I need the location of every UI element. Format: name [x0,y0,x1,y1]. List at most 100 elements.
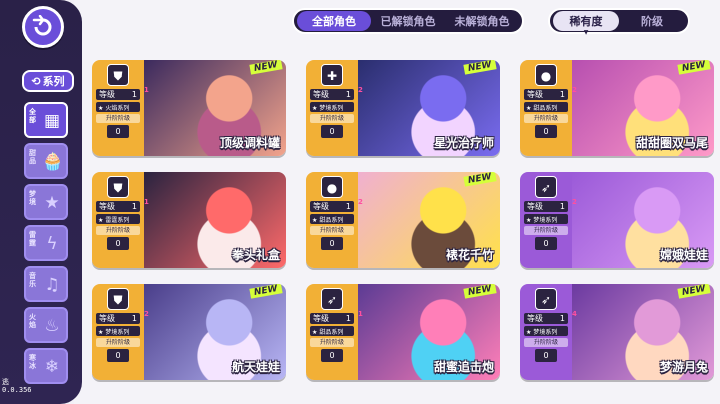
stage-value: 0 [107,349,129,362]
sidebar-item-series[interactable]: 甜品 🧁 [24,143,68,179]
star-icon: ★ [526,105,532,112]
level-value: 1 [345,202,351,211]
sidebar-item-series[interactable]: 全部 ▦ [24,102,68,138]
version-line: 逃 [2,378,9,386]
stage-label: 升阶阶级 [310,226,354,235]
stage-label: 升阶阶级 [96,338,140,347]
level-label: 等级 [313,314,329,323]
level-value: 1 [345,90,351,99]
series-label: 甜品系列 [319,329,344,336]
star-icon: ★ [312,105,318,112]
sidebar-item-label: 甜品 [29,149,36,165]
series-label: 甜品系列 [533,105,558,112]
series-label: 梦境系列 [533,217,558,224]
level-row: 等级 1 [310,201,354,212]
series-tag: ★ 火焰系列 [96,102,140,112]
shield-icon: ⛊ [107,64,129,86]
sidebar-item-series[interactable]: 音乐 ♫ [24,266,68,302]
stage-value: 0 [107,237,129,250]
sidebar-item-label: 寒冰 [29,354,36,370]
sort-rarity[interactable]: 稀有度 [553,11,619,31]
character-card[interactable]: ➶ 等级 1 ★ 梦境系列 升阶阶级 0 2 嫦娥娃娃 [520,172,714,268]
character-card[interactable]: ● 等级 1 ★ 甜品系列 升阶阶级 0 2 NEW 裱花千竹 [306,172,500,268]
back-button[interactable] [22,6,64,48]
version-line: 0.0.356 [2,386,32,394]
character-card[interactable]: ⛊ 等级 1 ★ 梦境系列 升阶阶级 0 2 NEW 航天娃娃 [92,284,286,380]
stage-label: 升阶阶级 [524,226,568,235]
series-label: 梦境系列 [533,329,558,336]
sidebar-item-series[interactable]: 火焰 ♨ [24,307,68,343]
level-label: 等级 [313,90,329,99]
sidebar-item-label: 雷霆 [29,231,36,247]
tab-locked-roles[interactable]: 未解锁角色 [445,11,519,31]
level-row: 等级 1 [310,313,354,324]
character-card[interactable]: ⛊ 等级 1 ★ 雷霆系列 升阶阶级 0 1 拳头礼盒 [92,172,286,268]
medkit-icon: ✚ [321,64,343,86]
level-value: 1 [559,90,565,99]
level-label: 等级 [99,202,115,211]
character-name: 顶级调料罐 [219,136,280,150]
tab-all-roles[interactable]: 全部角色 [297,11,371,31]
sidebar-item-label: 梦境 [29,190,36,206]
flame-icon: ♨ [44,316,60,336]
sidebar-item-series[interactable]: 梦境 ★ [24,184,68,220]
character-name: 航天娃娃 [231,360,280,374]
version-text: 逃 0.0.356 [2,378,42,394]
sidebar-item-label: 火焰 [29,313,36,329]
level-value: 1 [131,90,137,99]
sort-tabs: 稀有度 阶级 [548,8,690,34]
stage-value: 0 [535,349,557,362]
level-value: 1 [559,314,565,323]
tab-unlocked-roles[interactable]: 已解锁角色 [371,11,445,31]
character-card[interactable]: ✚ 等级 1 ★ 梦境系列 升阶阶级 0 2 NEW 星光治疗师 [306,60,500,156]
card-stat-panel: ✚ 等级 1 ★ 梦境系列 升阶阶级 0 [306,60,358,156]
star-icon: ★ [98,329,104,336]
bow-icon: ➶ [321,288,343,310]
role-filter-tabs: 全部角色 已解锁角色 未解锁角色 [292,8,524,34]
sidebar-item-series[interactable]: 雷霆 ϟ [24,225,68,261]
card-stat-panel: ⛊ 等级 1 ★ 雷霆系列 升阶阶级 0 [92,172,144,268]
level-value: 1 [345,314,351,323]
level-value: 1 [131,202,137,211]
cupcake-icon: 🧁 [42,152,64,172]
rarity-stars: 1 [144,86,149,94]
star-icon: ★ [98,217,104,224]
character-card[interactable]: ➶ 等级 1 ★ 甜品系列 升阶阶级 0 1 NEW 甜蜜追击炮 [306,284,500,380]
series-label: 火焰系列 [105,105,130,112]
rarity-stars: 1 [358,310,363,318]
series-list: 全部 ▦ 甜品 🧁 梦境 ★ 雷霆 ϟ 音乐 ♫ 火焰 ♨ 寒冰 ❄ [24,102,72,389]
shield-icon: ⛊ [107,288,129,310]
character-card[interactable]: ● 等级 1 ★ 甜品系列 升阶阶级 0 2 NEW 甜甜圈双马尾 [520,60,714,156]
refresh-icon: ⟲ [31,74,41,88]
rarity-stars: 4 [572,310,577,318]
star-icon: ★ [98,105,104,112]
stage-value: 0 [535,125,557,138]
level-label: 等级 [527,314,543,323]
series-tag: ★ 梦境系列 [524,326,568,336]
card-stat-panel: ● 等级 1 ★ 甜品系列 升阶阶级 0 [306,172,358,268]
character-name: 裱花千竹 [445,248,494,262]
stage-value: 0 [321,125,343,138]
series-tag: ★ 梦境系列 [96,326,140,336]
character-name: 甜蜜追击炮 [433,360,494,374]
star-icon: ★ [312,329,318,336]
card-stat-panel: ➶ 等级 1 ★ 梦境系列 升阶阶级 0 [520,284,572,380]
character-card[interactable]: ➶ 等级 1 ★ 梦境系列 升阶阶级 0 4 NEW 梦游月兔 [520,284,714,380]
rarity-stars: 2 [144,310,149,318]
bow-icon: ➶ [535,176,557,198]
character-card[interactable]: ⛊ 等级 1 ★ 火焰系列 升阶阶级 0 1 NEW 顶级调料罐 [92,60,286,156]
level-row: 等级 1 [96,201,140,212]
level-row: 等级 1 [96,313,140,324]
music-note-icon: ♫ [44,275,60,295]
stage-label: 升阶阶级 [524,114,568,123]
level-value: 1 [559,202,565,211]
star-icon: ★ [526,329,532,336]
series-filter-label: 系列 [42,75,65,88]
stage-label: 升阶阶级 [310,114,354,123]
series-label: 雷霆系列 [105,217,130,224]
bomb-icon: ● [321,176,343,198]
sort-stage[interactable]: 阶级 [619,11,685,31]
card-stat-panel: ➶ 等级 1 ★ 甜品系列 升阶阶级 0 [306,284,358,380]
stage-label: 升阶阶级 [310,338,354,347]
sidebar-item-label: 全部 [29,108,36,124]
